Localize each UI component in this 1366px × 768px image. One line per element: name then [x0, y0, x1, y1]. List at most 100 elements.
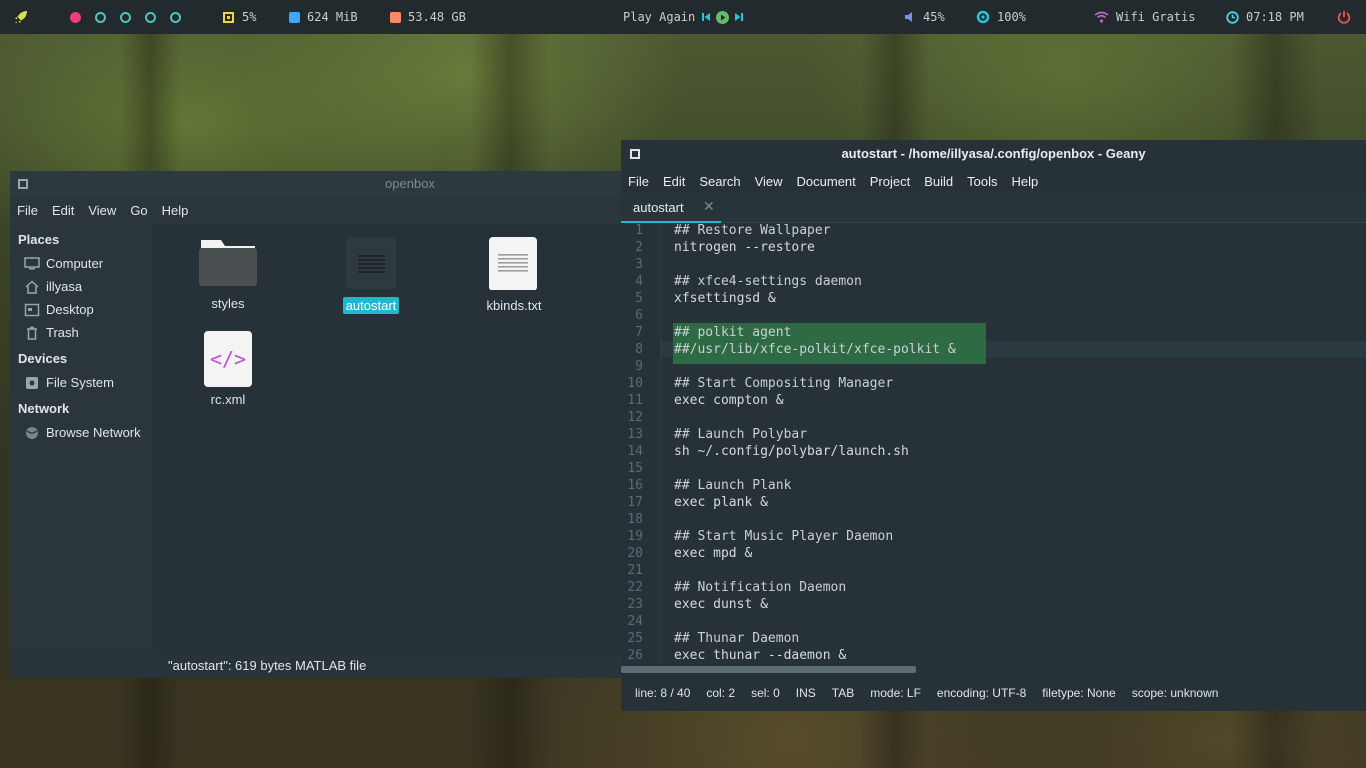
- folder-icon: [199, 240, 257, 286]
- file-item-autostart[interactable]: autostart: [316, 236, 426, 314]
- brightness-icon: [976, 10, 990, 24]
- file-name: kbinds.txt: [486, 298, 542, 313]
- sidebar-item-filesystem[interactable]: File System: [24, 375, 114, 390]
- code-line: ## Restore Wallpaper: [674, 223, 831, 238]
- menu-build[interactable]: Build: [924, 174, 953, 189]
- code-line: ## Notification Daemon: [674, 580, 847, 595]
- sidebar-item-trash[interactable]: Trash: [24, 325, 79, 340]
- code-line: ## Start Compositing Manager: [674, 376, 894, 391]
- cpu-icon: [223, 11, 234, 23]
- menu-document[interactable]: Document: [797, 174, 856, 189]
- file-name: rc.xml: [210, 392, 246, 407]
- tab-autostart[interactable]: autostart ✕: [621, 194, 721, 223]
- scrollbar-thumb[interactable]: [621, 666, 916, 673]
- line-number: 21: [627, 563, 643, 578]
- line-number: 25: [627, 631, 643, 646]
- places-header: Places: [18, 232, 60, 247]
- line-number: 13: [627, 427, 643, 442]
- horizontal-scrollbar[interactable]: [621, 664, 1366, 674]
- menu-search[interactable]: Search: [699, 174, 740, 189]
- clock-module[interactable]: 07:18 PM: [1226, 0, 1304, 34]
- sidebar-item-desktop[interactable]: Desktop: [24, 302, 94, 317]
- menu-file[interactable]: File: [628, 174, 649, 189]
- line-number: 8: [635, 342, 643, 357]
- menu-help[interactable]: Help: [162, 203, 189, 218]
- volume-module[interactable]: 45%: [904, 0, 945, 34]
- brightness-module[interactable]: 100%: [976, 0, 1026, 34]
- workspace-1[interactable]: [70, 11, 81, 23]
- desktop-icon: [24, 303, 40, 316]
- sidebar-item-computer[interactable]: Computer: [24, 256, 103, 271]
- volume-icon: [905, 12, 912, 22]
- devices-header: Devices: [18, 351, 68, 366]
- clock-value: 07:18 PM: [1246, 10, 1304, 24]
- line-number: 20: [627, 546, 643, 561]
- file-manager-menubar: File Edit View Go Help: [10, 197, 622, 223]
- menu-edit[interactable]: Edit: [663, 174, 685, 189]
- next-track-icon[interactable]: [734, 12, 744, 22]
- code-line: ##/usr/lib/xfce-polkit/xfce-polkit &: [674, 342, 956, 357]
- line-number: 22: [627, 580, 643, 595]
- rocket-icon: [15, 11, 27, 23]
- code-line: ## Launch Plank: [674, 478, 792, 493]
- workspace-5[interactable]: [170, 11, 181, 23]
- workspace-switcher: [70, 0, 195, 34]
- sidebar-label: Desktop: [46, 302, 94, 317]
- code-line: nitrogen --restore: [674, 240, 815, 255]
- file-item-kbinds[interactable]: kbinds.txt: [459, 236, 569, 314]
- status-tab: TAB: [831, 685, 855, 700]
- code-line: ## polkit agent: [674, 325, 792, 340]
- code-line: sh ~/.config/polybar/launch.sh: [674, 444, 909, 459]
- workspace-2[interactable]: [95, 11, 106, 23]
- file-view: styles autostart kbinds.txt </> rc.xml: [153, 224, 622, 652]
- memory-icon: [289, 11, 300, 23]
- play-icon[interactable]: [716, 10, 730, 24]
- code-line: exec plank &: [674, 495, 768, 510]
- sidebar-label: Trash: [46, 325, 79, 340]
- trash-icon: [27, 326, 37, 340]
- file-item-styles[interactable]: styles: [173, 236, 283, 312]
- workspace-4[interactable]: [145, 11, 156, 23]
- line-number: 14: [627, 444, 643, 459]
- previous-track-icon[interactable]: [701, 12, 711, 22]
- line-number: 12: [627, 410, 643, 425]
- wifi-icon: [1094, 11, 1109, 23]
- wifi-module[interactable]: Wifi Gratis: [1094, 0, 1195, 34]
- geany-titlebar[interactable]: autostart - /home/illyasa/.config/openbo…: [621, 140, 1366, 168]
- sidebar-label: Computer: [46, 256, 104, 271]
- line-number: 18: [627, 512, 643, 527]
- status-ins: INS: [795, 685, 816, 700]
- file-manager-window: openbox File Edit View Go Help Places Co…: [10, 171, 622, 678]
- volume-value: 45%: [923, 10, 945, 24]
- menu-help[interactable]: Help: [1012, 174, 1039, 189]
- status-mode: mode: LF: [870, 685, 921, 700]
- line-number: 10: [627, 376, 643, 391]
- code-line: exec compton &: [674, 393, 784, 408]
- code-line: ## Start Music Player Daemon: [674, 529, 894, 544]
- menu-edit[interactable]: Edit: [52, 203, 74, 218]
- menu-view[interactable]: View: [88, 203, 116, 218]
- menu-tools[interactable]: Tools: [967, 174, 997, 189]
- line-number: 16: [627, 478, 643, 493]
- menu-view[interactable]: View: [755, 174, 783, 189]
- xml-file-icon: </>: [204, 331, 252, 387]
- sidebar-item-browse-network[interactable]: Browse Network: [24, 425, 141, 440]
- launcher-button[interactable]: [13, 0, 29, 34]
- file-item-rc-xml[interactable]: </> rc.xml: [173, 331, 283, 408]
- file-manager-titlebar[interactable]: openbox: [10, 171, 622, 197]
- code-editor[interactable]: 1 2 3 4 5 6 7 8 9 10 11 12 13 14 15 16 17 18 19 20 21 22 23 24 2…: [621, 223, 1366, 664]
- close-icon[interactable]: ✕: [703, 198, 715, 215]
- geany-title: autostart - /home/illyasa/.config/openbo…: [841, 146, 1146, 161]
- power-button[interactable]: [1337, 0, 1351, 34]
- menu-project[interactable]: Project: [870, 174, 910, 189]
- computer-icon: [24, 256, 40, 269]
- status-filetype: filetype: None: [1042, 685, 1116, 700]
- status-line: line: 8 / 40: [635, 685, 691, 700]
- menu-file[interactable]: File: [17, 203, 38, 218]
- line-number: 26: [627, 648, 643, 663]
- menu-go[interactable]: Go: [130, 203, 147, 218]
- sidebar-item-home[interactable]: illyasa: [24, 279, 82, 294]
- drive-icon: [26, 376, 38, 389]
- network-header: Network: [18, 401, 70, 416]
- workspace-3[interactable]: [120, 11, 131, 23]
